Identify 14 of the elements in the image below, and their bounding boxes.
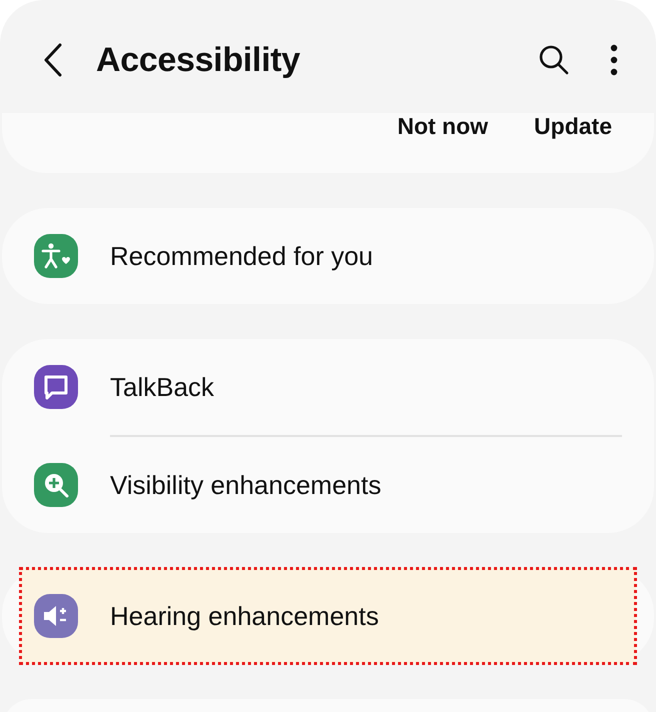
item-label: Recommended for you <box>110 240 374 272</box>
back-icon[interactable] <box>42 43 64 77</box>
item-label: TalkBack <box>110 372 214 402</box>
settings-item[interactable]: TalkBack <box>2 339 654 435</box>
more-options-icon[interactable] <box>610 44 618 76</box>
text-button[interactable]: Update <box>534 113 612 140</box>
text-button[interactable]: Not now <box>397 113 488 140</box>
item-label: Visibility enhancements <box>110 470 382 500</box>
page-title: Accessibility <box>96 40 300 80</box>
settings-item[interactable]: Hearing enhancements <box>20 568 636 664</box>
settings-item[interactable]: Visibility enhancements <box>2 437 654 533</box>
item-label: Hearing enhancements <box>110 600 379 632</box>
search-icon[interactable] <box>538 44 570 76</box>
settings-item[interactable]: Recommended for you <box>2 208 654 304</box>
